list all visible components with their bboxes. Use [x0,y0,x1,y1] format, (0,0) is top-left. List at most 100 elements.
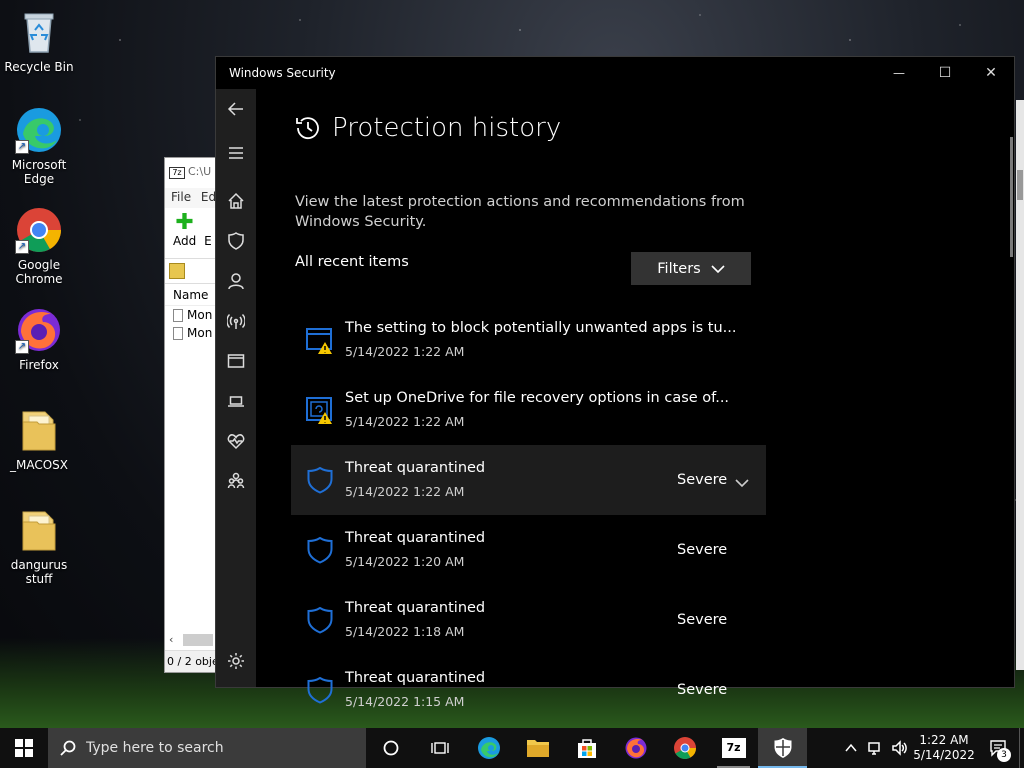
page-header: Protection history [294,113,561,143]
taskbar-windows-security[interactable] [758,728,807,768]
nav-virus-protection[interactable] [216,225,256,257]
taskbar-store[interactable] [562,728,611,768]
shield-icon [228,232,244,250]
scrollbar-thumb[interactable] [1010,137,1013,257]
ws-titlebar[interactable]: Windows Security — ☐ ✕ [216,57,1014,89]
ws-main-content: Protection history View the latest prote… [256,89,1014,709]
cortana-button[interactable] [366,728,415,768]
list-item[interactable]: Mon [165,306,215,324]
expand-button[interactable] [735,473,749,488]
item-title: Threat quarantined [345,460,486,476]
recent-items-label: All recent items [295,254,409,270]
system-tray: 1:22 AM 5/14/2022 3 [839,728,1024,768]
content-scrollbar[interactable] [1006,137,1014,707]
history-item[interactable]: Threat quarantined 5/14/2022 1:18 AM Sev… [291,585,766,655]
file-icon [173,309,183,322]
nav-home[interactable] [216,185,256,217]
scrollbar-thumb[interactable] [1017,170,1023,200]
task-view-button[interactable] [415,728,464,768]
volume-button[interactable] [887,728,911,768]
desktop-icon-label: dangurus stuff [10,558,68,586]
speaker-icon [892,740,907,756]
windows-security-shield-icon [774,738,791,758]
firefox-icon: ↗ [15,306,63,354]
shortcut-arrow-icon: ↗ [15,340,29,354]
horizontal-scrollbar[interactable] [183,634,213,646]
shield-icon [307,536,333,564]
folder-icon [15,406,63,454]
scroll-left-icon[interactable]: ‹ [169,633,173,646]
start-button[interactable] [0,728,48,768]
task-view-icon [430,742,449,754]
taskbar-edge[interactable] [464,728,513,768]
nav-account-protection[interactable] [216,265,256,297]
history-item[interactable]: Threat quarantined 5/14/2022 1:22 AM Sev… [291,445,766,515]
filters-button[interactable]: Filters [631,252,751,285]
menu-file[interactable]: File [171,190,191,204]
nav-settings[interactable] [216,645,256,677]
close-icon: ✕ [985,65,997,81]
desktop-icon-dangurus-stuff[interactable]: dangurus stuff [1,506,77,586]
nav-device-security[interactable] [216,385,256,417]
taskbar-firefox[interactable] [611,728,660,768]
browser-window-icon [227,354,245,368]
7zip-address-bar[interactable] [165,258,215,284]
history-item[interactable]: The setting to block potentially unwante… [291,305,766,375]
item-title: Threat quarantined [345,670,486,686]
add-button[interactable]: ✚ Add [173,212,196,249]
taskbar-clock[interactable]: 1:22 AM 5/14/2022 [911,733,977,763]
filters-label: Filters [657,260,701,277]
show-desktop-button[interactable] [1019,728,1024,768]
nav-device-health[interactable] [216,425,256,457]
7zip-status-bar: 0 / 2 obje [165,650,215,672]
home-icon [228,192,244,209]
extract-button[interactable]: E [204,234,212,248]
history-item[interactable]: Threat quarantined 5/14/2022 1:15 AM Sev… [291,655,766,725]
maximize-button[interactable]: ☐ [922,57,968,89]
desktop-icon-edge[interactable]: ↗ Microsoft Edge [1,106,77,186]
nav-app-browser-control[interactable] [216,345,256,377]
store-bag-icon [577,739,596,758]
maximize-icon: ☐ [938,65,952,81]
7zip-window[interactable]: 7z C:\U File Ed ✚ Add E Name Mon Mon ‹ 0 … [164,157,216,673]
history-item[interactable]: Threat quarantined 5/14/2022 1:20 AM Sev… [291,515,766,585]
column-header-name[interactable]: Name [165,284,215,306]
desktop-icon-recycle-bin[interactable]: Recycle Bin [1,8,77,74]
menu-edit[interactable]: Ed [201,190,215,204]
taskbar-7zip[interactable]: 7z [709,728,758,768]
7zip-menubar: File Ed [165,188,215,208]
page-description: View the latest protection actions and r… [295,194,745,230]
item-date: 5/14/2022 1:22 AM [345,414,465,429]
edge-icon [477,737,500,759]
up-folder-icon[interactable] [169,263,185,279]
app-browser-warning-icon [306,328,332,354]
search-input[interactable] [86,740,346,756]
edge-icon: ↗ [15,106,63,154]
desktop-icon-firefox[interactable]: ↗ Firefox [1,306,77,372]
desktop-icon-chrome[interactable]: ↗ Google Chrome [1,206,77,286]
nav-family-options[interactable] [216,465,256,497]
list-item[interactable]: Mon [165,324,215,342]
network-icon [868,742,880,755]
item-title: Threat quarantined [345,600,486,616]
taskbar-search[interactable] [48,728,366,768]
recycle-bin-icon [15,8,63,56]
minimize-button[interactable]: — [876,57,922,89]
windows-security-window[interactable]: Windows Security — ☐ ✕ Protection histor… [215,56,1015,709]
desktop-icon-macosx[interactable]: _MACOSX [1,406,77,472]
window-title: Windows Security [229,66,336,80]
menu-button[interactable] [216,137,256,169]
taskbar-file-explorer[interactable] [513,728,562,768]
show-hidden-icons-button[interactable] [839,728,863,768]
action-center-button[interactable]: 3 [977,728,1019,768]
item-date: 5/14/2022 1:22 AM [345,344,465,359]
taskbar-chrome[interactable] [660,728,709,768]
nav-firewall[interactable] [216,305,256,337]
background-window-scrollbar[interactable] [1016,100,1024,670]
history-item[interactable]: Set up OneDrive for file recovery option… [291,375,766,445]
network-button[interactable] [863,728,887,768]
taskbar: 7z 1:22 AM 5/14/2022 3 [0,728,1024,768]
close-button[interactable]: ✕ [968,57,1014,89]
back-button[interactable] [216,93,256,125]
7zip-titlebar[interactable]: 7z C:\U [165,158,215,188]
